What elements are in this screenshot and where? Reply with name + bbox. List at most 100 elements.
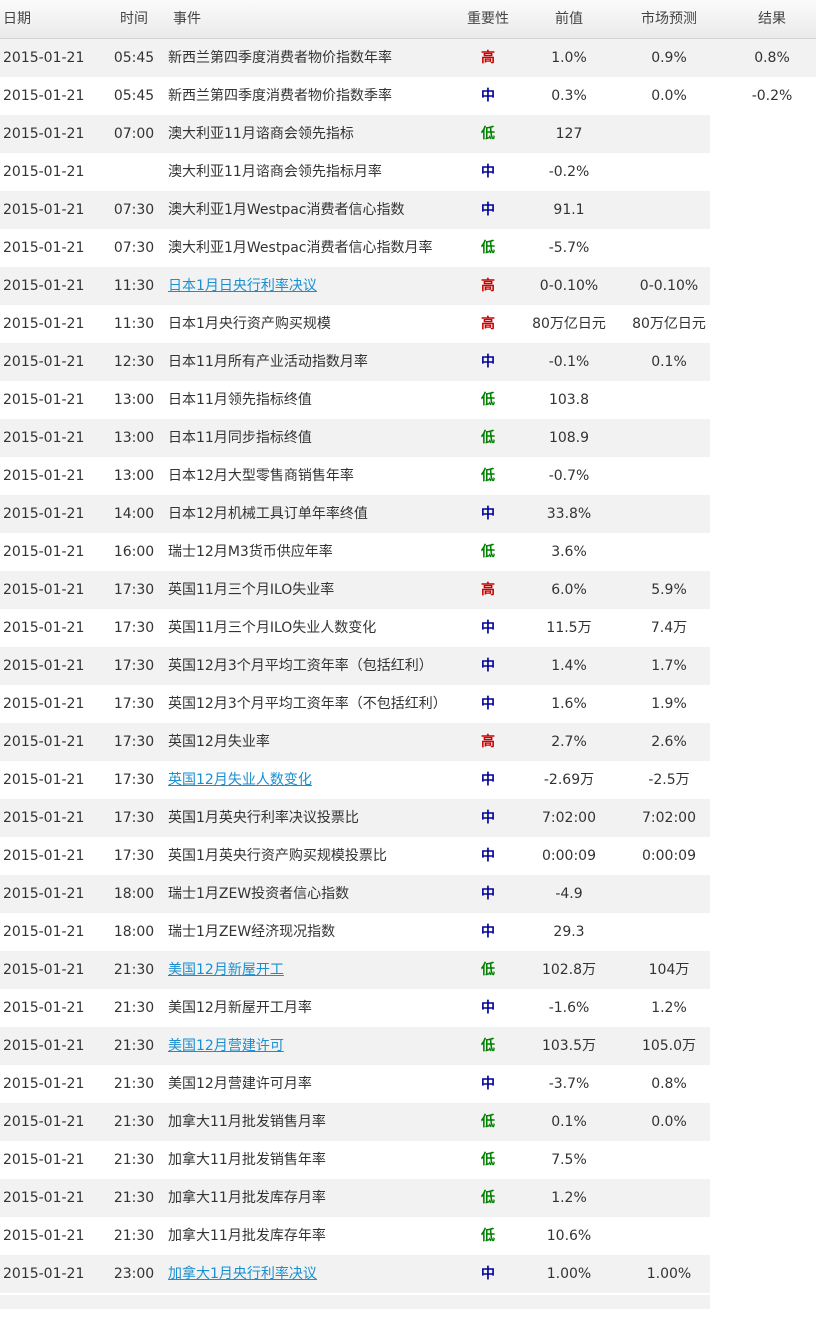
economic-calendar: 日期 时间 事件 重要性 前值 市场预测 结果 2015-01-21 05:45 新… — [0, 0, 816, 1309]
event-link[interactable]: 美国12月营建许可 — [168, 1038, 284, 1054]
cell-forecast: 0.1% — [651, 354, 687, 370]
cell-forecast — [610, 495, 728, 503]
cell-result — [728, 647, 816, 655]
header-previous: 前值 — [555, 11, 583, 27]
event-link[interactable]: 加拿大1月央行利率决议 — [168, 1266, 317, 1282]
cell-time: 07:00 — [113, 126, 155, 142]
cell-date: 2015-01-21 — [3, 240, 85, 256]
cell-date: 2015-01-21 — [3, 50, 85, 66]
cell-result — [728, 989, 816, 997]
cell-time: 21:30 — [113, 1228, 155, 1244]
cell-date: 2015-01-21 — [3, 544, 85, 560]
cell-previous: -0.1% — [548, 354, 590, 370]
cell-result — [728, 419, 816, 427]
header-event: 事件 — [173, 11, 201, 27]
cell-result — [728, 685, 816, 693]
table-row: 2015-01-21 21:30 加拿大11月批发销售月率 低 0.1% 0.0% — [0, 1103, 816, 1141]
table-row: 2015-01-21 21:30 加拿大11月批发库存月率 低 1.2% — [0, 1179, 816, 1217]
cell-result — [728, 723, 816, 731]
table-row: 2015-01-21 18:00 瑞士1月ZEW经济现况指数 中 29.3 — [0, 913, 816, 951]
cell-result: 0.8% — [754, 50, 790, 66]
cell-date: 2015-01-21 — [3, 278, 85, 294]
cell-previous: 10.6% — [546, 1228, 592, 1244]
importance-badge: 中 — [481, 810, 495, 826]
cell-event[interactable]: 英国12月失业人数变化 — [163, 761, 448, 791]
cell-previous: 1.6% — [551, 696, 587, 712]
table-row: 2015-01-21 17:30 英国12月3个月平均工资年率（不包括红利） 中 1.6… — [0, 685, 816, 723]
cell-event[interactable]: 美国12月营建许可 — [163, 1027, 448, 1057]
cell-previous: -0.7% — [548, 468, 590, 484]
cell-time: 14:00 — [113, 506, 155, 522]
cell-event: 美国12月营建许可月率 — [168, 1076, 312, 1092]
cell-result — [728, 1065, 816, 1073]
cell-event: 英国11月三个月ILO失业率 — [168, 582, 335, 598]
cell-time: 16:00 — [113, 544, 155, 560]
cell-event[interactable]: 美国12月新屋开工 — [163, 951, 448, 981]
cell-forecast: 80万亿日元 — [632, 316, 706, 332]
cell-previous: 108.9 — [548, 430, 590, 446]
cell-result — [728, 1179, 816, 1187]
cell-time: 13:00 — [113, 392, 155, 408]
table-row-wrap: 2015-01-21 17:30 英国11月三个月ILO失业率 高 6.0% 5.9% — [0, 571, 816, 609]
event-link[interactable]: 英国12月失业人数变化 — [168, 772, 312, 788]
cell-time: 21:30 — [113, 962, 155, 978]
cell-previous: 1.00% — [546, 1266, 592, 1282]
cell-time: 11:30 — [113, 278, 155, 294]
cell-date: 2015-01-21 — [3, 848, 85, 864]
cell-previous: 29.3 — [553, 924, 585, 940]
cell-previous: 7:02:00 — [542, 810, 596, 826]
table-row: 2015-01-21 07:00 澳大利亚11月谘商会领先指标 低 127 — [0, 115, 816, 153]
table-row-wrap: 2015-01-21 11:30 日本1月央行资产购买规模 高 80万亿日元 80万亿日元 — [0, 305, 816, 343]
cell-result: -0.2% — [751, 88, 793, 104]
cell-date: 2015-01-21 — [3, 658, 85, 674]
cell-event: 日本12月大型零售商销售年率 — [168, 468, 354, 484]
table-row-wrap: 2015-01-21 05:45 新西兰第四季度消费者物价指数年率 高 1.0% 0.9%… — [0, 39, 816, 77]
cell-forecast: 1.9% — [651, 696, 687, 712]
cell-event: 加拿大11月批发销售年率 — [168, 1152, 326, 1168]
importance-badge: 低 — [481, 126, 495, 142]
table-row-wrap: 2015-01-21 12:30 日本11月所有产业活动指数月率 中 -0.1% 0.1% — [0, 343, 816, 381]
table-row: 2015-01-21 17:30 英国1月英央行利率决议投票比 中 7:02:00 7:0… — [0, 799, 816, 837]
cell-event: 英国1月英央行利率决议投票比 — [168, 810, 359, 826]
cell-forecast: 0.0% — [651, 1114, 687, 1130]
importance-badge: 中 — [481, 1266, 495, 1282]
cell-event: 英国12月3个月平均工资年率（包括红利） — [168, 658, 433, 674]
table-row-wrap: 2015-01-21 21:30 美国12月新屋开工月率 中 -1.6% 1.2% — [0, 989, 816, 1027]
table-row-wrap: 2015-01-21 17:30 英国12月失业率 高 2.7% 2.6% — [0, 723, 816, 761]
cell-event[interactable]: 加拿大1月央行利率决议 — [163, 1255, 448, 1285]
table-row-wrap: 2015-01-21 21:30 加拿大11月批发库存月率 低 1.2% — [0, 1179, 816, 1217]
cell-forecast — [610, 381, 728, 389]
cell-event: 加拿大11月批发库存年率 — [168, 1228, 326, 1244]
importance-badge: 低 — [481, 240, 495, 256]
cell-time: 11:30 — [113, 316, 155, 332]
importance-badge: 低 — [481, 392, 495, 408]
cell-event: 新西兰第四季度消费者物价指数季率 — [168, 88, 392, 104]
cell-date: 2015-01-21 — [3, 202, 85, 218]
cell-forecast: 0.9% — [651, 50, 687, 66]
cell-result — [728, 913, 816, 921]
event-link[interactable]: 美国12月新屋开工 — [168, 962, 284, 978]
table-row: 2015-01-21 18:00 瑞士1月ZEW投资者信心指数 中 -4.9 — [0, 875, 816, 913]
cell-date: 2015-01-21 — [3, 126, 85, 142]
cell-event: 日本11月所有产业活动指数月率 — [168, 354, 368, 370]
cell-date: 2015-01-21 — [3, 772, 85, 788]
cell-time: 17:30 — [113, 620, 155, 636]
cell-time: 07:30 — [113, 240, 155, 256]
cell-time: 17:30 — [113, 810, 155, 826]
table-row: 2015-01-21 17:30 英国1月英央行资产购买规模投票比 中 0:00:09 0… — [0, 837, 816, 875]
cell-previous: -5.7% — [548, 240, 590, 256]
cell-result — [728, 115, 816, 123]
cell-time: 17:30 — [113, 658, 155, 674]
header-time: 时间 — [120, 11, 148, 27]
cell-event: 澳大利亚1月Westpac消费者信心指数 — [168, 202, 405, 218]
event-link[interactable]: 日本1月日央行利率决议 — [168, 278, 317, 294]
cell-time: 21:30 — [113, 1190, 155, 1206]
cell-result — [728, 951, 816, 959]
table-row: 2015-01-21 12:30 日本11月所有产业活动指数月率 中 -0.1% 0.1% — [0, 343, 816, 381]
table-row: 2015-01-21 23:00 加拿大1月央行利率决议 中 1.00% 1.00% — [0, 1255, 816, 1293]
table-row-wrap: 2015-01-21 18:00 瑞士1月ZEW经济现况指数 中 29.3 — [0, 913, 816, 951]
cell-event[interactable]: 日本1月日央行利率决议 — [163, 267, 448, 297]
table-row: 2015-01-21 13:00 日本11月领先指标终值 低 103.8 — [0, 381, 816, 419]
cell-forecast — [610, 191, 728, 199]
table-row-wrap: 2015-01-21 17:30 英国12月3个月平均工资年率（不包括红利） 中 1.6… — [0, 685, 816, 723]
